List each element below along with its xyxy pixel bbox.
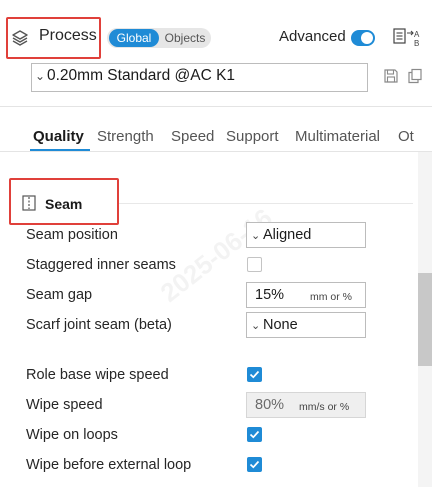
scope-global-button[interactable]: Global	[109, 29, 159, 47]
wipe-speed-value: 80%	[255, 397, 285, 413]
check-icon	[249, 430, 260, 439]
save-icon[interactable]	[383, 68, 399, 84]
scope-objects-button[interactable]: Objects	[162, 29, 208, 47]
copy-icon[interactable]	[407, 68, 423, 84]
seam-position-value: Aligned	[263, 227, 312, 243]
seam-gap-value: 15%	[255, 287, 285, 303]
svg-text:B: B	[414, 39, 419, 48]
process-highlight-box	[6, 17, 101, 59]
role-base-wipe-speed-label: Role base wipe speed	[26, 367, 169, 383]
wipe-before-external-loop-checkbox[interactable]	[247, 457, 262, 472]
wipe-speed-label: Wipe speed	[26, 397, 103, 413]
seam-icon	[22, 195, 36, 211]
staggered-inner-seams-checkbox[interactable]	[247, 257, 262, 272]
wipe-on-loops-label: Wipe on loops	[26, 427, 118, 443]
svg-text:A: A	[414, 30, 420, 39]
tab-speed[interactable]: Speed	[171, 128, 214, 145]
tab-strength[interactable]: Strength	[97, 128, 154, 145]
scrollbar-thumb[interactable]	[418, 273, 432, 366]
staggered-inner-seams-label: Staggered inner seams	[26, 257, 176, 273]
chevron-down-icon: ⌄	[251, 230, 261, 242]
section-divider	[119, 203, 413, 204]
wipe-speed-unit: mm/s or %	[299, 401, 350, 413]
tab-others[interactable]: Ot	[398, 128, 432, 145]
seam-gap-unit: mm or %	[310, 291, 352, 303]
divider	[0, 106, 432, 107]
scarf-joint-seam-value: None	[263, 317, 298, 333]
advanced-label: Advanced	[279, 28, 346, 45]
seam-position-label: Seam position	[26, 227, 118, 243]
check-icon	[249, 460, 260, 469]
role-base-wipe-speed-checkbox[interactable]	[247, 367, 262, 382]
seam-gap-label: Seam gap	[26, 287, 93, 303]
section-title: Seam	[45, 196, 83, 212]
advanced-switch-knob	[361, 32, 373, 44]
divider	[0, 151, 432, 152]
tab-support[interactable]: Support	[226, 128, 279, 145]
preset-value: 0.20mm Standard @AC K1	[47, 67, 236, 84]
wipe-before-external-loop-label: Wipe before external loop	[26, 457, 192, 473]
check-icon	[249, 370, 260, 379]
tab-quality[interactable]: Quality	[33, 128, 84, 145]
compare-icon[interactable]: A B	[393, 27, 423, 49]
chevron-down-icon: ⌄	[251, 320, 261, 332]
wipe-on-loops-checkbox[interactable]	[247, 427, 262, 442]
scarf-joint-seam-label: Scarf joint seam (beta)	[26, 317, 172, 333]
tab-multimaterial[interactable]: Multimaterial	[295, 128, 380, 145]
chevron-down-icon: ⌄	[35, 69, 46, 83]
